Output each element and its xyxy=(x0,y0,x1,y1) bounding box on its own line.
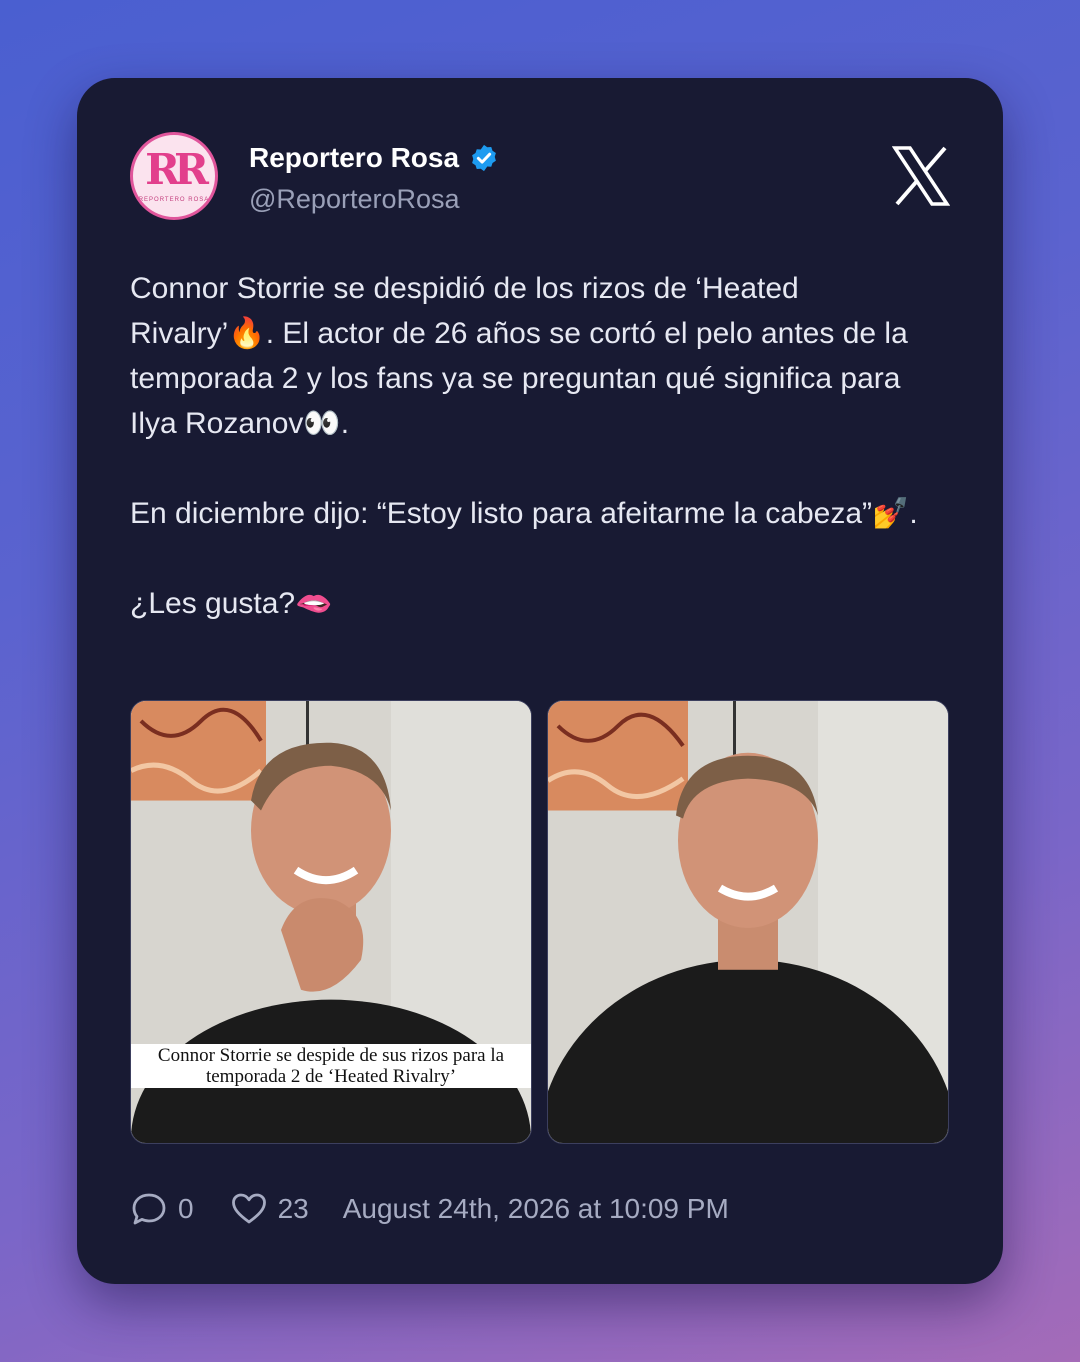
reply-count: 0 xyxy=(178,1193,194,1224)
x-logo-icon[interactable] xyxy=(892,146,950,206)
image-caption: Connor Storrie se despide de sus rizos p… xyxy=(131,1044,531,1088)
post-text: Connor Storrie se despidió de los rizos … xyxy=(130,266,950,626)
post-image-2[interactable] xyxy=(547,700,949,1144)
portrait-photo-smiling xyxy=(548,701,948,1143)
reply-icon[interactable] xyxy=(130,1190,168,1228)
post-footer: 0 23 August 24th, 2026 at 10:09 PM xyxy=(130,1190,729,1228)
post-timestamp: August 24th, 2026 at 10:09 PM xyxy=(342,1193,729,1224)
avatar[interactable]: RR REPORTERO ROSA xyxy=(130,132,218,220)
post-paragraph-3: ¿Les gusta?🫦 xyxy=(130,587,333,620)
avatar-monogram: RR xyxy=(145,145,209,194)
account-handle[interactable]: @ReporteroRosa xyxy=(249,184,460,215)
heart-icon[interactable] xyxy=(230,1190,268,1228)
like-count: 23 xyxy=(277,1193,309,1224)
post-card: RR REPORTERO ROSA Reportero Rosa @Report… xyxy=(77,78,1003,1284)
account-name-row: Reportero Rosa xyxy=(249,142,499,174)
post-image-1[interactable]: Connor Storrie se despide de sus rizos p… xyxy=(130,700,532,1144)
account-name[interactable]: Reportero Rosa xyxy=(249,142,459,174)
avatar-brand-text: REPORTERO ROSA xyxy=(138,197,210,203)
verified-badge-icon xyxy=(472,144,496,172)
post-paragraph-1: Connor Storrie se despidió de los rizos … xyxy=(130,272,908,440)
post-paragraph-2: En diciembre dijo: “Estoy listo para afe… xyxy=(130,497,918,530)
